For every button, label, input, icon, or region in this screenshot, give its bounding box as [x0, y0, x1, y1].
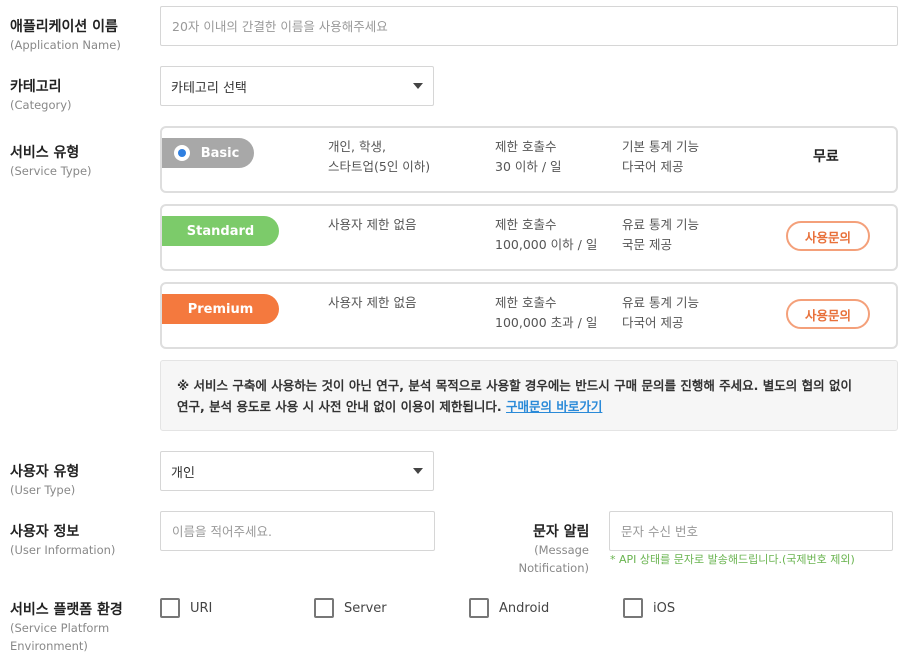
plan-features-line: 유료 통계 기능 [622, 217, 699, 232]
user-type-select[interactable]: 개인 [160, 451, 434, 491]
checkbox-icon[interactable] [469, 598, 489, 618]
app-name-label: 애플리케이션 이름 [10, 19, 118, 35]
service-type-label-en: (Service Type) [10, 164, 92, 178]
plan-target-line: 사용자 제한 없음 [328, 295, 417, 310]
inquiry-button-standard[interactable]: 사용문의 [786, 221, 870, 251]
plan-card-basic[interactable]: Basic 개인, 학생, 스타트업(5인 이하) 제한 호출수 30 이하 /… [160, 126, 898, 193]
platform-option-label: iOS [653, 600, 676, 616]
plan-target-line: 스타트업(5인 이하) [328, 159, 431, 174]
sms-label: 문자 알림 [533, 524, 590, 540]
plan-card-standard[interactable]: Standard 사용자 제한 없음 제한 호출수 100,000 이하 / 일… [160, 204, 898, 271]
notice-line: 연구, 분석 용도로 사용 시 사전 안내 없이 이용이 제한됩니다. 구매문의… [177, 396, 881, 417]
category-selected-value: 카테고리 선택 [171, 80, 247, 96]
plan-name-basic: Basic [200, 145, 240, 161]
plan-calls-line: 100,000 초과 / 일 [495, 315, 598, 330]
purchase-inquiry-link[interactable]: 구매문의 바로가기 [506, 399, 602, 414]
plan-target-premium: 사용자 제한 없음 [328, 293, 416, 313]
plan-features-line: 다국어 제공 [622, 159, 684, 174]
plan-target-basic: 개인, 학생, 스타트업(5인 이하) [328, 137, 430, 177]
radio-selected-icon[interactable] [174, 145, 190, 161]
plan-calls-basic: 제한 호출수 30 이하 / 일 [495, 137, 562, 177]
plan-calls-line: 30 이하 / 일 [495, 159, 562, 174]
platform-label-en-line: Environment) [10, 639, 88, 653]
platform-label: 서비스 플랫폼 환경 [10, 602, 123, 618]
platform-label-en: (Service Platform Environment) [10, 619, 109, 655]
platform-option-ios[interactable]: iOS [623, 598, 675, 618]
plan-features-line: 기본 통계 기능 [622, 139, 699, 154]
checkbox-icon[interactable] [623, 598, 643, 618]
plan-features-line: 다국어 제공 [622, 315, 684, 330]
plan-badge-premium: Premium [162, 294, 279, 324]
user-info-label: 사용자 정보 [10, 524, 80, 540]
inquiry-button-premium[interactable]: 사용문의 [786, 299, 870, 329]
platform-option-android[interactable]: Android [469, 598, 549, 618]
service-type-label: 서비스 유형 [10, 145, 80, 161]
plan-features-premium: 유료 통계 기능 다국어 제공 [622, 293, 699, 333]
notice-line: ※ 서비스 구축에 사용하는 것이 아닌 연구, 분석 목적으로 사용할 경우에… [177, 378, 852, 393]
plan-badge-basic: Basic [162, 138, 254, 168]
category-select[interactable]: 카테고리 선택 [160, 66, 434, 106]
plan-calls-premium: 제한 호출수 100,000 초과 / 일 [495, 293, 597, 333]
user-name-input[interactable] [160, 511, 435, 551]
plan-features-line: 유료 통계 기능 [622, 295, 699, 310]
platform-option-label: Server [344, 600, 387, 616]
research-notice: ※ 서비스 구축에 사용하는 것이 아닌 연구, 분석 목적으로 사용할 경우에… [160, 360, 898, 431]
chevron-down-icon [413, 83, 423, 89]
plan-target-line: 사용자 제한 없음 [328, 217, 417, 232]
plan-calls-line: 제한 호출수 [495, 139, 557, 154]
chevron-down-icon [413, 468, 423, 474]
checkbox-icon[interactable] [160, 598, 180, 618]
plan-features-standard: 유료 통계 기능 국문 제공 [622, 215, 699, 255]
app-name-input[interactable] [160, 6, 898, 46]
sms-label-en-line: Notification) [518, 561, 589, 575]
app-name-label-en: (Application Name) [10, 38, 121, 52]
plan-badge-standard: Standard [162, 216, 279, 246]
user-type-label-en: (User Type) [10, 483, 76, 497]
platform-option-uri[interactable]: URI [160, 598, 212, 618]
platform-option-label: Android [499, 600, 550, 616]
user-info-label-en: (User Information) [10, 543, 116, 557]
notice-text: 연구, 분석 용도로 사용 시 사전 안내 없이 이용이 제한됩니다. [177, 399, 502, 414]
platform-label-en-line: (Service Platform [10, 621, 110, 635]
sms-label-en-line: (Message [534, 543, 589, 557]
user-type-selected-value: 개인 [171, 465, 195, 481]
platform-option-server[interactable]: Server [314, 598, 387, 618]
user-type-label: 사용자 유형 [10, 464, 80, 480]
plan-price-free: 무료 [813, 149, 839, 165]
sms-label-en: (Message Notification) [509, 541, 589, 577]
plan-features-line: 국문 제공 [622, 237, 672, 252]
checkbox-icon[interactable] [314, 598, 334, 618]
plan-calls-line: 100,000 이하 / 일 [495, 237, 598, 252]
plan-target-line: 개인, 학생, [328, 139, 386, 154]
sms-phone-input[interactable] [609, 511, 893, 551]
plan-calls-line: 제한 호출수 [495, 217, 557, 232]
plan-target-standard: 사용자 제한 없음 [328, 215, 416, 235]
category-label-en: (Category) [10, 98, 72, 112]
plan-calls-standard: 제한 호출수 100,000 이하 / 일 [495, 215, 597, 255]
plan-calls-line: 제한 호출수 [495, 295, 557, 310]
platform-option-label: URI [190, 600, 213, 616]
category-label: 카테고리 [10, 79, 62, 95]
plan-card-premium[interactable]: Premium 사용자 제한 없음 제한 호출수 100,000 초과 / 일 … [160, 282, 898, 349]
sms-hint: * API 상태를 문자로 발송해드립니다.(국제번호 제외) [610, 553, 855, 566]
plan-features-basic: 기본 통계 기능 다국어 제공 [622, 137, 699, 177]
